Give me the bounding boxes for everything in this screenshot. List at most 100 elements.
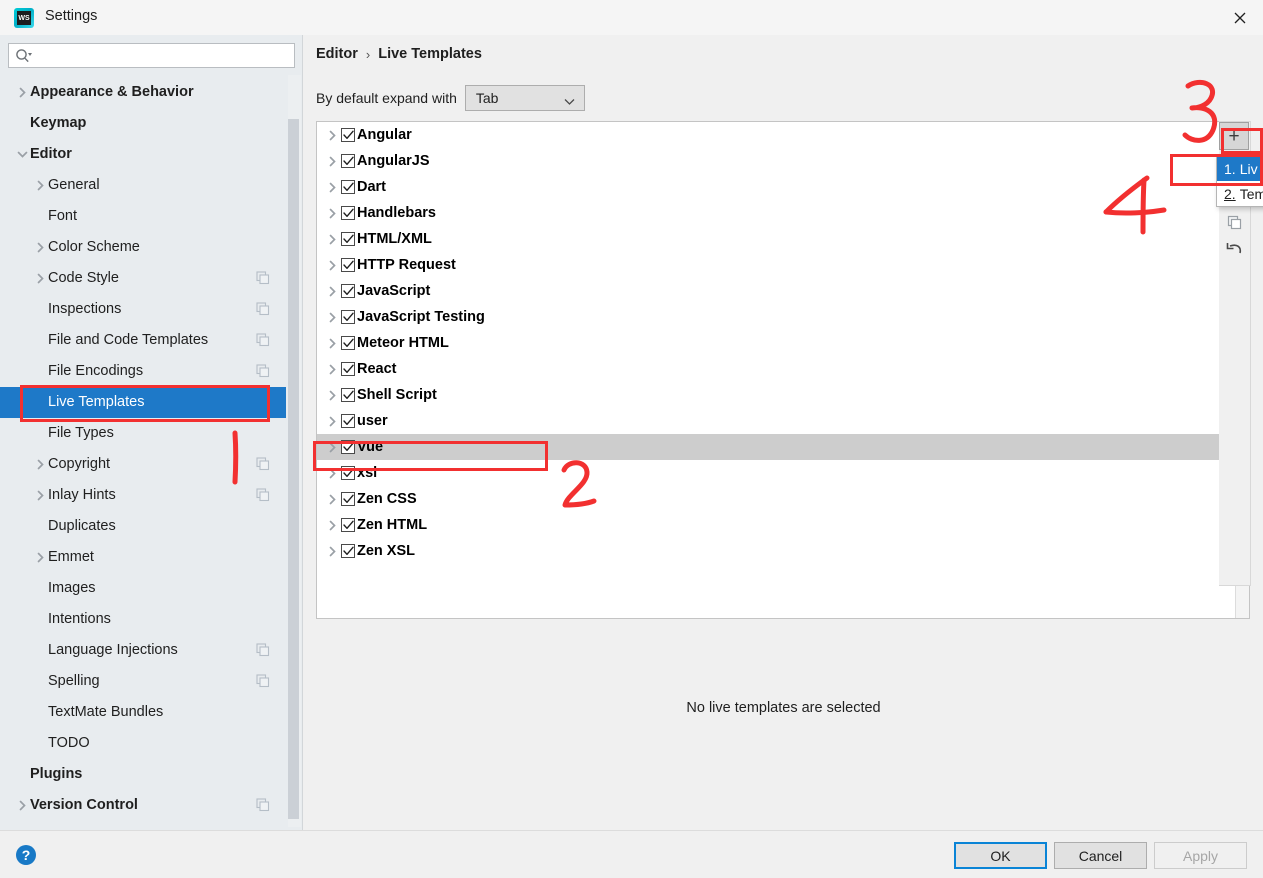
sidebar-item-inlay-hints[interactable]: Inlay Hints bbox=[0, 480, 286, 511]
template-group-checkbox[interactable] bbox=[341, 336, 355, 350]
template-group-row[interactable]: xsl bbox=[317, 460, 1249, 486]
template-group-checkbox[interactable] bbox=[341, 310, 355, 324]
template-group-row[interactable]: Zen HTML bbox=[317, 512, 1249, 538]
sidebar-item-todo[interactable]: TODO bbox=[0, 728, 286, 759]
chevron-right-icon[interactable] bbox=[323, 491, 341, 507]
template-group-row[interactable]: JavaScript bbox=[317, 278, 1249, 304]
chevron-right-icon[interactable] bbox=[323, 179, 341, 195]
sidebar-item-color-scheme[interactable]: Color Scheme bbox=[0, 232, 286, 263]
template-group-row[interactable]: Vue bbox=[317, 434, 1249, 460]
help-icon[interactable]: ? bbox=[14, 843, 38, 867]
template-group-row[interactable]: AngularJS bbox=[317, 148, 1249, 174]
template-group-row[interactable]: HTTP Request bbox=[317, 252, 1249, 278]
chevron-right-icon[interactable] bbox=[323, 205, 341, 221]
chevron-right-icon[interactable] bbox=[323, 543, 341, 559]
template-group-checkbox[interactable] bbox=[341, 518, 355, 532]
sidebar-item-file-encodings[interactable]: File Encodings bbox=[0, 356, 286, 387]
sidebar-item-duplicates[interactable]: Duplicates bbox=[0, 511, 286, 542]
add-template-button[interactable]: + bbox=[1219, 122, 1249, 150]
chevron-right-icon[interactable] bbox=[323, 413, 341, 429]
template-group-checkbox[interactable] bbox=[341, 128, 355, 142]
template-group-checkbox[interactable] bbox=[341, 284, 355, 298]
chevron-right-icon[interactable] bbox=[32, 271, 48, 287]
sidebar-item-file-types[interactable]: File Types bbox=[0, 418, 286, 449]
template-group-row[interactable]: Shell Script bbox=[317, 382, 1249, 408]
sidebar-item-copyright[interactable]: Copyright bbox=[0, 449, 286, 480]
sidebar-item-emmet[interactable]: Emmet bbox=[0, 542, 286, 573]
copy-settings-icon[interactable] bbox=[256, 302, 270, 316]
chevron-right-icon[interactable] bbox=[323, 127, 341, 143]
menu-item-template-group[interactable]: 2. Tem bbox=[1217, 181, 1263, 206]
ok-button[interactable]: OK bbox=[954, 842, 1047, 869]
sidebar-item-inspections[interactable]: Inspections bbox=[0, 294, 286, 325]
template-group-checkbox[interactable] bbox=[341, 388, 355, 402]
template-group-row[interactable]: user bbox=[317, 408, 1249, 434]
template-group-list[interactable]: Angular AngularJS Dart Handlebars HTML/XML HT… bbox=[316, 121, 1250, 619]
template-group-row[interactable]: Meteor HTML bbox=[317, 330, 1249, 356]
sidebar-item-version-control[interactable]: Version Control bbox=[0, 790, 286, 821]
copy-settings-icon[interactable] bbox=[256, 333, 270, 347]
chevron-right-icon[interactable] bbox=[32, 240, 48, 256]
sidebar-item-code-style[interactable]: Code Style bbox=[0, 263, 286, 294]
template-group-row[interactable]: Zen XSL bbox=[317, 538, 1249, 564]
expand-with-select[interactable]: Tab bbox=[464, 85, 585, 111]
template-group-checkbox[interactable] bbox=[341, 180, 355, 194]
chevron-right-icon[interactable] bbox=[323, 231, 341, 247]
chevron-down-icon[interactable] bbox=[14, 147, 30, 163]
template-group-checkbox[interactable] bbox=[341, 466, 355, 480]
sidebar-item-keymap[interactable]: Keymap bbox=[0, 108, 286, 139]
copy-template-button[interactable] bbox=[1219, 208, 1249, 236]
chevron-right-icon[interactable] bbox=[323, 309, 341, 325]
template-group-checkbox[interactable] bbox=[341, 258, 355, 272]
sidebar-item-file-and-code-templates[interactable]: File and Code Templates bbox=[0, 325, 286, 356]
sidebar-item-appearance-behavior[interactable]: Appearance & Behavior bbox=[0, 77, 286, 108]
close-icon[interactable] bbox=[1217, 0, 1263, 35]
chevron-right-icon[interactable] bbox=[14, 85, 30, 101]
template-group-row[interactable]: Zen CSS bbox=[317, 486, 1249, 512]
template-group-row[interactable]: Dart bbox=[317, 174, 1249, 200]
copy-settings-icon[interactable] bbox=[256, 798, 270, 812]
template-group-checkbox[interactable] bbox=[341, 232, 355, 246]
sidebar-scrollbar-thumb[interactable] bbox=[288, 119, 299, 819]
copy-settings-icon[interactable] bbox=[256, 457, 270, 471]
search-box[interactable] bbox=[8, 43, 295, 68]
sidebar-scrollbar-track[interactable] bbox=[288, 75, 301, 827]
template-group-checkbox[interactable] bbox=[341, 206, 355, 220]
chevron-right-icon[interactable] bbox=[323, 361, 341, 377]
sidebar-item-plugins[interactable]: Plugins bbox=[0, 759, 286, 790]
template-group-checkbox[interactable] bbox=[341, 492, 355, 506]
chevron-right-icon[interactable] bbox=[323, 439, 341, 455]
sidebar-item-images[interactable]: Images bbox=[0, 573, 286, 604]
chevron-right-icon[interactable] bbox=[14, 798, 30, 814]
sidebar-item-intentions[interactable]: Intentions bbox=[0, 604, 286, 635]
template-group-checkbox[interactable] bbox=[341, 440, 355, 454]
revert-button[interactable] bbox=[1219, 236, 1249, 264]
chevron-right-icon[interactable] bbox=[323, 153, 341, 169]
sidebar-item-editor[interactable]: Editor bbox=[0, 139, 286, 170]
sidebar-item-live-templates[interactable]: Live Templates bbox=[0, 387, 286, 418]
chevron-right-icon[interactable] bbox=[323, 257, 341, 273]
chevron-right-icon[interactable] bbox=[32, 178, 48, 194]
chevron-right-icon[interactable] bbox=[32, 488, 48, 504]
copy-settings-icon[interactable] bbox=[256, 364, 270, 378]
copy-settings-icon[interactable] bbox=[256, 643, 270, 657]
chevron-right-icon[interactable] bbox=[323, 283, 341, 299]
sidebar-item-font[interactable]: Font bbox=[0, 201, 286, 232]
template-group-checkbox[interactable] bbox=[341, 544, 355, 558]
sidebar-item-general[interactable]: General bbox=[0, 170, 286, 201]
copy-settings-icon[interactable] bbox=[256, 271, 270, 285]
template-group-checkbox[interactable] bbox=[341, 154, 355, 168]
template-group-row[interactable]: HTML/XML bbox=[317, 226, 1249, 252]
chevron-right-icon[interactable] bbox=[323, 335, 341, 351]
chevron-right-icon[interactable] bbox=[323, 465, 341, 481]
chevron-right-icon[interactable] bbox=[323, 387, 341, 403]
cancel-button[interactable]: Cancel bbox=[1054, 842, 1147, 869]
template-group-checkbox[interactable] bbox=[341, 414, 355, 428]
template-group-row[interactable]: Angular bbox=[317, 122, 1249, 148]
template-group-row[interactable]: Handlebars bbox=[317, 200, 1249, 226]
template-group-row[interactable]: JavaScript Testing bbox=[317, 304, 1249, 330]
chevron-right-icon[interactable] bbox=[32, 457, 48, 473]
copy-settings-icon[interactable] bbox=[256, 674, 270, 688]
sidebar-item-language-injections[interactable]: Language Injections bbox=[0, 635, 286, 666]
copy-settings-icon[interactable] bbox=[256, 488, 270, 502]
